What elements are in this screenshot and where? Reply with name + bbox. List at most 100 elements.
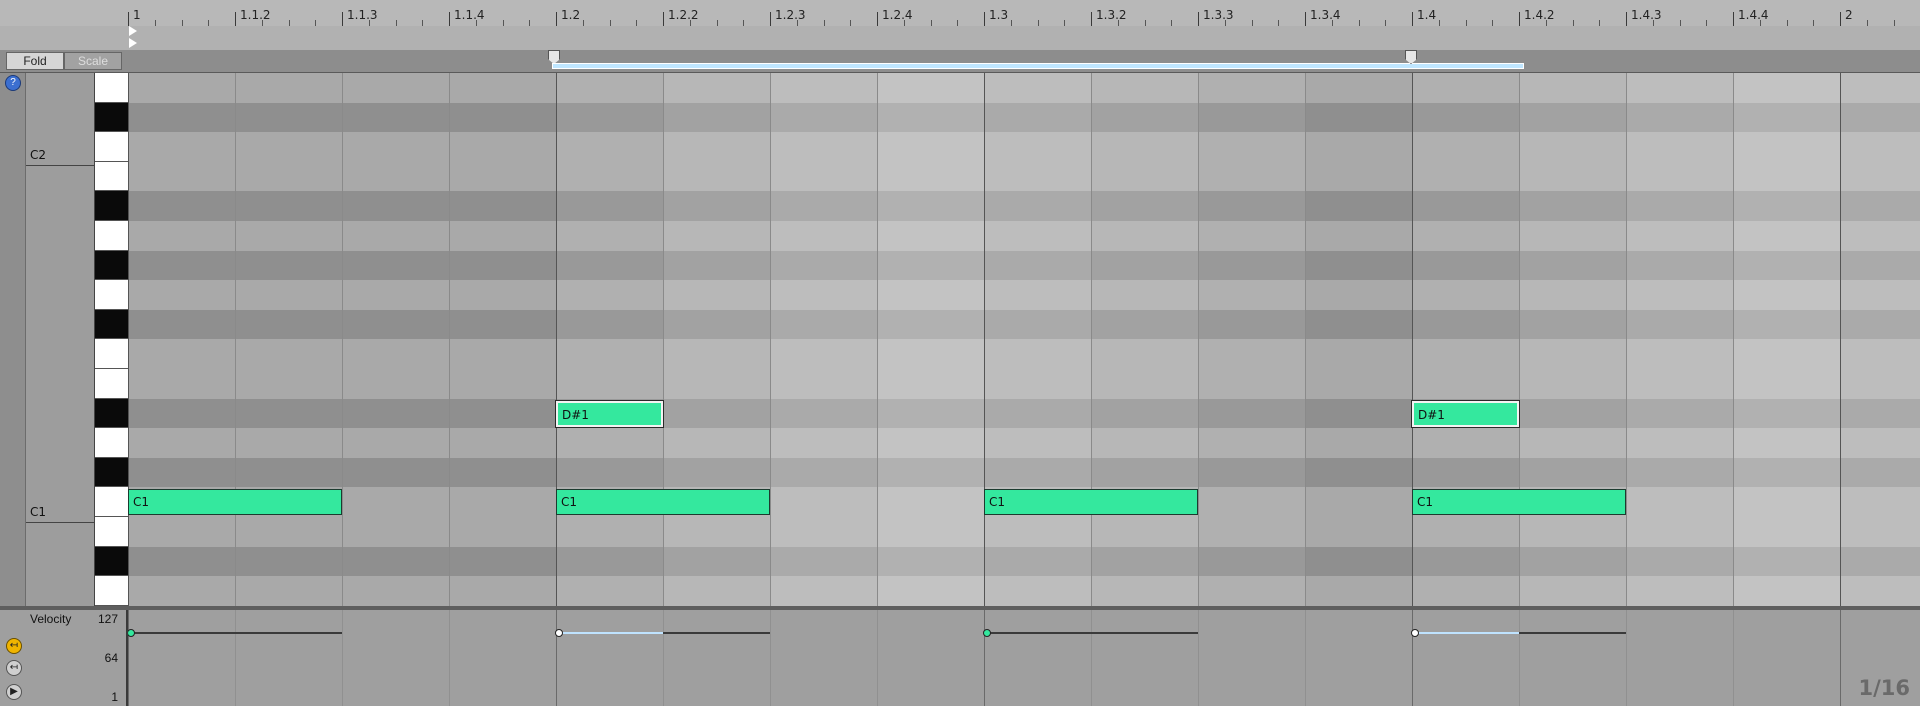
velocity-mid: 64 bbox=[104, 651, 118, 665]
black-key[interactable] bbox=[95, 309, 129, 340]
ruler-label: 2 bbox=[1845, 8, 1853, 22]
velocity-grid-line bbox=[235, 610, 236, 706]
velocity-handle[interactable] bbox=[983, 629, 991, 637]
info-icon[interactable]: ? bbox=[5, 75, 21, 91]
ruler-label: 1.4.4 bbox=[1738, 8, 1769, 22]
grid-quantization[interactable]: 1/16 bbox=[1858, 676, 1910, 700]
velocity-grid[interactable] bbox=[128, 610, 1920, 706]
ruler-label: 1.2.2 bbox=[668, 8, 699, 22]
black-key[interactable] bbox=[95, 102, 129, 133]
fold-button[interactable]: Fold bbox=[6, 52, 64, 70]
grid-line bbox=[877, 73, 878, 606]
ruler-tick bbox=[984, 12, 985, 26]
grid-line bbox=[1626, 73, 1627, 606]
white-key[interactable] bbox=[95, 280, 129, 310]
midi-note[interactable]: C1 bbox=[1412, 489, 1626, 516]
black-key[interactable] bbox=[95, 457, 129, 488]
velocity-handle[interactable] bbox=[1411, 629, 1419, 637]
ruler-tick bbox=[1091, 12, 1092, 26]
velocity-bar[interactable] bbox=[128, 632, 342, 634]
velocity-grid-line bbox=[1198, 610, 1199, 706]
ruler-tick bbox=[1519, 12, 1520, 26]
velocity-label: Velocity bbox=[30, 612, 72, 626]
start-marker-icon[interactable] bbox=[129, 26, 137, 36]
loop-bar-row: Fold Scale bbox=[0, 50, 1920, 73]
loop-brace-strip[interactable] bbox=[0, 26, 1920, 51]
grid-line bbox=[1840, 73, 1841, 606]
white-key[interactable] bbox=[95, 517, 129, 547]
white-key[interactable] bbox=[95, 487, 129, 517]
black-key[interactable] bbox=[95, 546, 129, 577]
midi-note[interactable]: D#1 bbox=[1411, 399, 1520, 428]
white-key[interactable] bbox=[95, 132, 129, 162]
velocity-grid-line bbox=[1305, 610, 1306, 706]
velocity-handle[interactable] bbox=[555, 629, 563, 637]
ruler-tick bbox=[1733, 12, 1734, 26]
velocity-grid-line bbox=[1091, 610, 1092, 706]
velocity-min: 1 bbox=[111, 690, 118, 704]
ruler-label: 1.1.4 bbox=[454, 8, 485, 22]
velocity-grid-line bbox=[128, 610, 129, 706]
loop-region[interactable] bbox=[552, 63, 1524, 69]
ruler-label: 1.2 bbox=[561, 8, 581, 22]
black-key[interactable] bbox=[95, 250, 129, 281]
white-key[interactable] bbox=[95, 428, 129, 458]
ruler-tick bbox=[1626, 12, 1627, 26]
black-key[interactable] bbox=[95, 191, 129, 221]
ruler-tick bbox=[128, 12, 129, 26]
white-key[interactable] bbox=[95, 339, 129, 369]
ruler-tick bbox=[1840, 12, 1841, 26]
midi-note[interactable]: D#1 bbox=[555, 399, 664, 428]
timeline-ruler[interactable]: 1 1.1.2 1.1.3 1.1.4 1.2 1.2.2 1.2.3 1.2.4 1.3 1.3… bbox=[0, 0, 1920, 27]
midi-note[interactable]: C1 bbox=[556, 489, 770, 516]
ruler-label: 1.4.2 bbox=[1524, 8, 1555, 22]
white-key[interactable] bbox=[95, 73, 129, 103]
grid-line bbox=[1198, 73, 1199, 606]
grid-line bbox=[449, 73, 450, 606]
velocity-handle[interactable] bbox=[128, 629, 135, 637]
black-key[interactable] bbox=[95, 398, 129, 429]
ruler-tick bbox=[1198, 12, 1199, 26]
midi-note[interactable]: C1 bbox=[128, 489, 342, 516]
ruler-tick bbox=[235, 12, 236, 26]
note-editor-grid[interactable]: C1 D#1 C1 C1 D#1 C1 bbox=[128, 73, 1920, 606]
beat-shade bbox=[1733, 73, 1920, 606]
ruler-tick bbox=[770, 12, 771, 26]
scale-button[interactable]: Scale bbox=[64, 52, 122, 70]
velocity-bar[interactable] bbox=[663, 632, 770, 634]
velocity-toggle-icon[interactable]: ↤ bbox=[6, 638, 22, 654]
grid-line bbox=[1412, 73, 1413, 606]
white-key[interactable] bbox=[95, 161, 129, 192]
velocity-bar[interactable] bbox=[1519, 632, 1626, 634]
octave-divider bbox=[26, 522, 94, 523]
velocity-grid-line bbox=[770, 610, 771, 706]
velocity-bar[interactable] bbox=[556, 632, 663, 634]
midi-note[interactable]: C1 bbox=[984, 489, 1198, 516]
grid-line bbox=[984, 73, 985, 606]
loop-start-marker-icon[interactable] bbox=[548, 50, 560, 64]
velocity-bar[interactable] bbox=[984, 632, 1198, 634]
piano-keyboard[interactable] bbox=[94, 73, 129, 606]
velocity-grid-line bbox=[1733, 610, 1734, 706]
velocity-max: 127 bbox=[97, 612, 118, 626]
lane-back-icon[interactable]: ↤ bbox=[6, 660, 22, 676]
end-marker-icon[interactable] bbox=[129, 38, 137, 48]
velocity-grid-line bbox=[1840, 610, 1841, 706]
velocity-grid-line bbox=[984, 610, 985, 706]
velocity-grid-line bbox=[1519, 610, 1520, 706]
grid-line bbox=[770, 73, 771, 606]
loop-end-marker-icon[interactable] bbox=[1405, 50, 1417, 64]
play-icon[interactable]: ▶ bbox=[6, 684, 22, 700]
velocity-grid-line bbox=[449, 610, 450, 706]
grid-line bbox=[1733, 73, 1734, 606]
ruler-tick bbox=[556, 12, 557, 26]
ruler-label: 1 bbox=[133, 8, 141, 22]
white-key[interactable] bbox=[95, 369, 129, 399]
ruler-label: 1.2.3 bbox=[775, 8, 806, 22]
white-key[interactable] bbox=[95, 221, 129, 251]
velocity-grid-line bbox=[1412, 610, 1413, 706]
ruler-label: 1.3.3 bbox=[1203, 8, 1234, 22]
velocity-bar[interactable] bbox=[1412, 632, 1519, 634]
white-key[interactable] bbox=[95, 576, 129, 606]
grid-line bbox=[1091, 73, 1092, 606]
